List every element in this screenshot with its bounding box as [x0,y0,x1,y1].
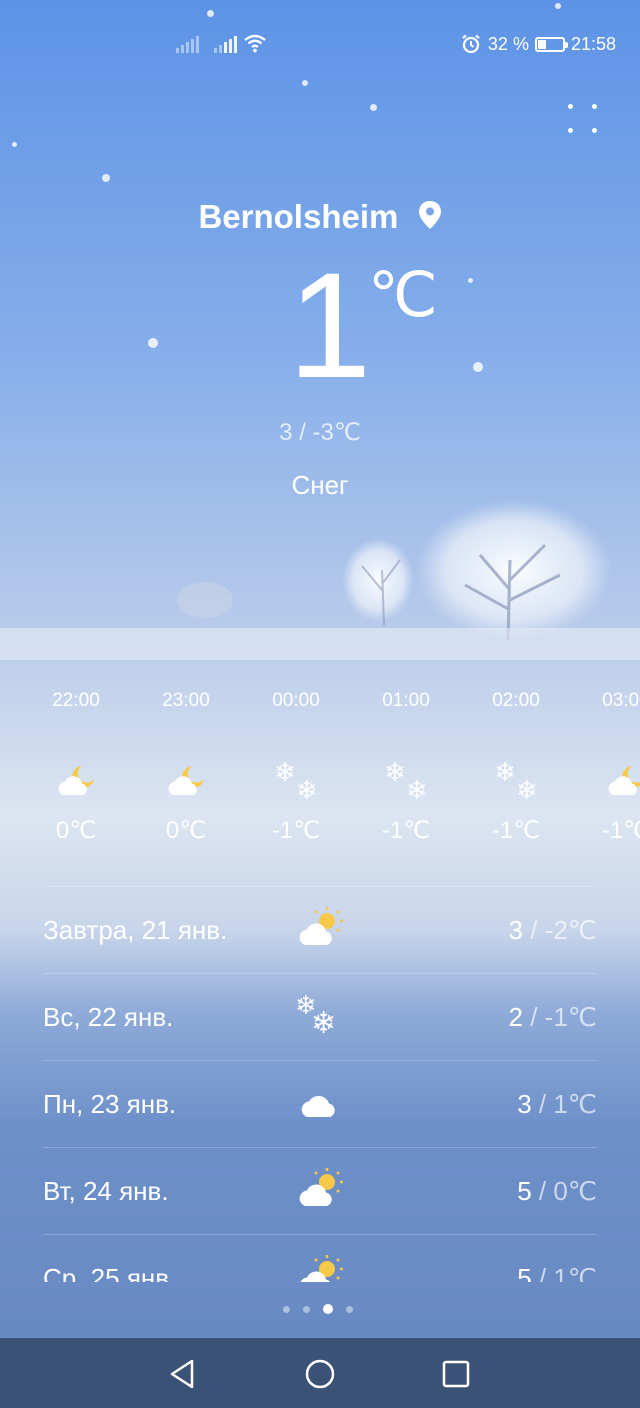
moon-cloud-icon [54,746,98,816]
battery-level [537,39,546,49]
day-name: Вт, 24 янв. [43,1176,169,1206]
hour-time: 23:00 [162,690,210,711]
city-name: Bernolsheim [198,198,399,235]
day-temp-low: / 1℃ [531,1089,597,1119]
cloud-icon [301,1095,335,1117]
snowflakes-icon: ❄ ❄ [295,990,337,1040]
day-temp-low: / 0℃ [531,1176,597,1206]
day-temp-high: 5 [517,1263,532,1282]
page-indicator[interactable] [283,1304,353,1314]
hourly-forecast[interactable]: 22:00 0℃ 23:00 0℃ 00:00 ❄ ❄ -1℃ 01:00 ❄ ❄ … [21,690,640,845]
hour-temp: 0℃ [165,817,207,844]
moon-cloud-icon [164,746,208,816]
temperature-unit: ℃ [368,261,438,330]
wifi-icon [244,34,266,53]
day-row[interactable]: Вт, 24 янв. 5 / 0℃ [43,1147,597,1234]
day-temp: 2 / -1℃ [509,1002,597,1033]
day-row[interactable]: Ср, 25 янв. 5 / 1℃ [43,1234,597,1282]
day-temp: 5 / 0℃ [517,1176,597,1207]
hour-temp: -1℃ [381,817,431,844]
day-temp-high: 5 [517,1176,532,1206]
day-temp-low: / -1℃ [523,1002,597,1032]
status-bar: 32 % 21:58 [0,0,640,90]
day-name: Вс, 22 янв. [43,1002,174,1032]
alarm-icon [462,34,480,54]
page-dot[interactable] [303,1305,310,1313]
day-temp-high: 3 [517,1089,532,1119]
day-row[interactable]: Пн, 23 янв. 3 / 1℃ [43,1060,597,1147]
sun-cloud-icon [300,1255,343,1282]
snowflakes-icon: ❄ ❄ [384,756,428,805]
signal-icon [214,35,237,53]
sun-cloud-icon [299,907,343,945]
sun-cloud-icon [299,1168,343,1206]
moon-cloud-icon [604,746,640,816]
current-range: 3 / -3℃ [279,419,361,446]
hour-item[interactable]: 01:00 ❄ ❄ -1℃ [351,690,461,845]
snowflakes-icon: ❄ ❄ [274,756,318,805]
hour-time: 01:00 [382,690,430,711]
hour-item[interactable]: 03:00 -1℃ [571,690,640,845]
page-dot[interactable] [323,1304,333,1314]
day-row[interactable]: Вс, 22 янв. ❄ ❄ 2 / -1℃ [43,973,597,1060]
page-dot[interactable] [346,1305,353,1313]
page-dot[interactable] [283,1305,290,1313]
current-condition: Снег [291,470,349,500]
day-name: Завтра, 21 янв. [43,915,228,945]
winter-scene [0,500,640,660]
hour-item[interactable]: 22:00 0℃ [21,690,131,845]
hour-item[interactable]: 00:00 ❄ ❄ -1℃ [241,690,351,845]
status-time: 21:58 [570,33,616,54]
hour-temp: -1℃ [271,817,321,844]
more-menu-icon[interactable] [568,104,598,134]
battery-icon [534,36,568,52]
day-temp-low: / 1℃ [531,1263,597,1282]
home-icon[interactable] [303,1357,337,1391]
hour-time: 22:00 [52,690,100,711]
location-header[interactable]: Bernolsheim [0,198,640,236]
signal-weak-icon [176,35,199,53]
location-pin-icon [418,201,441,229]
day-row[interactable]: Завтра, 21 янв. 3 / -2℃ [43,886,597,973]
back-icon[interactable] [166,1357,200,1391]
hour-temp: 0℃ [55,817,97,844]
snowflakes-icon: ❄ ❄ [494,756,538,805]
day-temp-high: 3 [508,915,523,945]
day-name: Ср, 25 янв. [43,1263,177,1282]
hour-time: 00:00 [272,690,320,711]
day-temp: 3 / 1℃ [517,1089,597,1120]
hour-item[interactable]: 02:00 ❄ ❄ -1℃ [461,690,571,845]
day-name: Пн, 23 янв. [43,1089,177,1119]
status-right: 32 % 21:58 [460,33,616,55]
daily-forecast[interactable]: Завтра, 21 янв. 3 / -2℃ Вс, 22 янв. ❄ ❄ 2… [43,886,597,1282]
hour-time: 03:00 [602,690,640,711]
hour-temp: -1℃ [601,817,640,844]
day-temp-low: / -2℃ [523,915,597,945]
hour-temp: -1℃ [491,817,541,844]
navigation-bar [0,1338,640,1408]
recents-icon[interactable] [439,1357,473,1391]
current-temperature: 1 [288,241,372,409]
day-temp: 3 / -2℃ [509,915,597,946]
day-temp-high: 2 [508,1002,523,1032]
hour-time: 02:00 [492,690,540,711]
hour-item[interactable]: 23:00 0℃ [131,690,241,845]
battery-percent: 32 % [487,33,529,54]
day-temp: 5 / 1℃ [517,1263,597,1282]
